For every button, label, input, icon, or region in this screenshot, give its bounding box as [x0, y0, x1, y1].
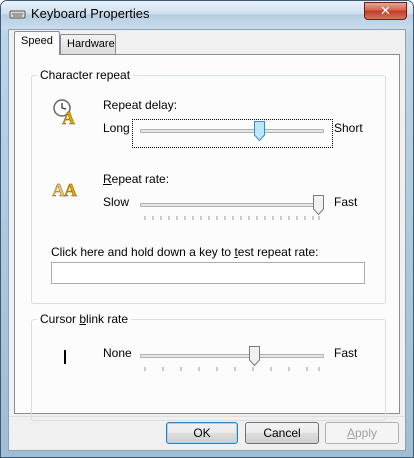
- cursor-blink-ticks: [144, 367, 320, 371]
- repeat-delay-label: Repeat delay:: [103, 98, 178, 112]
- title-bar[interactable]: Keyboard Properties ✕: [1, 1, 413, 29]
- speed-tab-panel: Character repeat A Repeat delay: Long Sh…: [14, 54, 400, 421]
- tab-hardware-label: Hardware: [67, 38, 115, 50]
- close-icon: ✕: [380, 3, 391, 18]
- cursor-blink-title-post: link rate: [86, 312, 129, 326]
- svg-text:A: A: [62, 108, 75, 126]
- repeat-rate-ticks: [144, 216, 320, 220]
- repeat-rate-min-label: Slow: [103, 195, 130, 209]
- svg-text:A: A: [64, 180, 77, 200]
- test-prompt-pre: Click here and hold down a key to: [51, 245, 235, 259]
- tab-speed-label: Speed: [21, 35, 53, 47]
- repeat-delay-clock-icon: A: [53, 99, 75, 126]
- repeat-delay-min-label: Long: [103, 121, 130, 135]
- window-title: Keyboard Properties: [31, 6, 150, 21]
- repeat-delay-max-label: Short: [334, 121, 363, 135]
- close-button[interactable]: ✕: [364, 2, 407, 20]
- repeat-rate-track: [140, 203, 324, 207]
- test-repeat-input[interactable]: [51, 262, 365, 284]
- repeat-rate-max-label: Fast: [334, 195, 358, 209]
- repeat-rate-thumb[interactable]: [313, 195, 324, 215]
- test-prompt-post: est repeat rate:: [237, 245, 319, 259]
- cancel-button[interactable]: Cancel: [245, 422, 319, 444]
- apply-mnemonic: A: [346, 426, 355, 440]
- apply-button[interactable]: Apply: [325, 422, 399, 444]
- repeat-rate-label: Repeat rate:: [103, 172, 169, 186]
- cursor-blink-preview: [64, 350, 66, 364]
- repeat-delay-slider[interactable]: [140, 120, 324, 144]
- button-bar-separator: [9, 416, 405, 417]
- test-repeat-prompt: Click here and hold down a key to test r…: [51, 245, 319, 259]
- cursor-blink-title: Cursor blink rate: [37, 312, 132, 326]
- repeat-rate-letters-icon: A A: [52, 180, 77, 201]
- keyboard-icon: [9, 10, 26, 19]
- repeat-delay-thumb[interactable]: [254, 121, 266, 141]
- repeat-rate-mnemonic: R: [103, 172, 112, 186]
- repeat-rate-label-rest: epeat rate:: [111, 172, 170, 186]
- cursor-blink-min-label: None: [103, 346, 132, 360]
- character-repeat-title: Character repeat: [37, 68, 134, 82]
- cursor-blink-thumb[interactable]: [248, 346, 260, 366]
- dialog-client-area: Speed Hardware Character repeat A Repeat…: [8, 29, 406, 451]
- cursor-blink-slider[interactable]: [140, 345, 324, 371]
- ok-button[interactable]: OK: [166, 422, 238, 444]
- keyboard-properties-window: Keyboard Properties ✕ Speed Hardware Cha…: [0, 0, 414, 458]
- tab-hardware[interactable]: Hardware: [60, 34, 116, 55]
- cursor-blink-max-label: Fast: [334, 346, 358, 360]
- apply-rest: pply: [355, 426, 378, 440]
- cursor-blink-track: [140, 354, 324, 358]
- repeat-delay-track: [140, 129, 324, 133]
- cursor-blink-title-pre: Cursor: [40, 312, 80, 326]
- character-repeat-group: Character repeat A Repeat delay: Long Sh…: [31, 68, 386, 304]
- tab-speed[interactable]: Speed: [14, 31, 60, 55]
- cursor-blink-group: Cursor blink rate None Fast: [31, 312, 386, 421]
- repeat-rate-slider[interactable]: [140, 194, 324, 220]
